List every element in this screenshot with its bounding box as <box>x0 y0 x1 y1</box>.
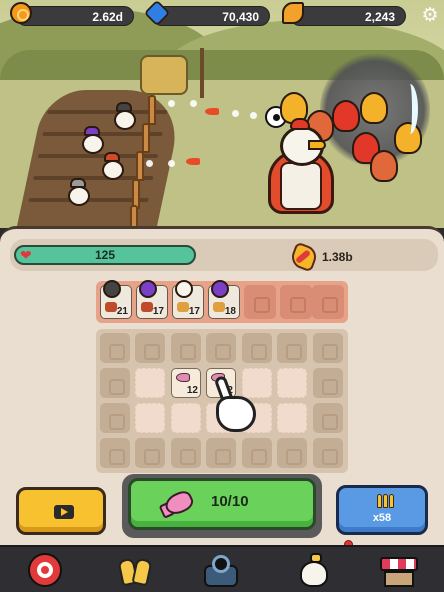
cannon-icon[interactable] <box>200 551 240 591</box>
locked-cell <box>100 438 130 468</box>
leaf-icon <box>282 2 304 24</box>
bullets-icon <box>375 492 395 510</box>
locked-cell <box>100 333 130 363</box>
locked-cell <box>206 333 236 363</box>
projectile <box>205 108 219 115</box>
shop-icon[interactable] <box>378 551 418 591</box>
summon-button[interactable]: 10/10 <box>122 474 322 538</box>
locked-cell <box>135 333 165 363</box>
projectile <box>186 158 200 165</box>
squad-slots: 21 17 17 18 <box>96 280 348 323</box>
locked-cell <box>313 403 343 433</box>
currency-bar: 2.62d 70,430 2,243 ⚙ <box>0 0 444 32</box>
empty-cell[interactable] <box>135 368 165 398</box>
coin-icon <box>10 2 32 24</box>
locked-cell <box>313 333 343 363</box>
chicken-icon[interactable] <box>294 551 334 591</box>
chicken-defender <box>112 102 138 130</box>
empty-cell[interactable] <box>277 368 307 398</box>
target-icon[interactable] <box>26 551 66 591</box>
locked-squad-slot <box>280 285 312 319</box>
empty-cell[interactable] <box>171 403 201 433</box>
gem-counter: 70,430 <box>152 6 270 26</box>
enemy-chicken <box>360 92 388 124</box>
watch-ad-button[interactable] <box>16 487 106 535</box>
locked-cell <box>135 438 165 468</box>
coin-counter: 2.62d <box>16 6 134 26</box>
pitchfork <box>200 48 204 98</box>
unit-level: 17 <box>188 306 200 317</box>
locked-squad-slot <box>244 285 276 319</box>
settings-icon[interactable]: ⚙ <box>420 6 440 26</box>
locked-cell <box>206 438 236 468</box>
battle-scene <box>0 0 444 228</box>
unit-level: 17 <box>152 306 164 317</box>
chicken-defender <box>66 178 92 206</box>
locked-cell <box>242 438 272 468</box>
locked-cell <box>100 368 130 398</box>
hp-bar: 125 <box>14 245 196 265</box>
leaf-counter: 2,243 <box>290 6 406 26</box>
locked-cell <box>313 438 343 468</box>
chicken-defender <box>100 152 126 180</box>
fish-icon <box>158 487 201 521</box>
locked-cell <box>100 403 130 433</box>
damage-value: 1.38b <box>322 250 353 264</box>
ammo-button[interactable]: x58 <box>336 485 428 535</box>
empty-cell[interactable] <box>277 403 307 433</box>
unit-level: 21 <box>116 306 128 317</box>
ammo-count: x58 <box>372 512 392 524</box>
status-row: 125 ❤ 1.38b <box>10 239 438 273</box>
locked-cell <box>242 333 272 363</box>
locked-cell <box>277 438 307 468</box>
squad-unit[interactable]: 17 <box>172 280 204 319</box>
enemy-chicken <box>370 150 398 182</box>
squad-unit[interactable]: 21 <box>100 280 132 319</box>
fish-unit[interactable]: 12 <box>171 368 201 398</box>
fish-level: 12 <box>186 385 198 396</box>
bottom-nav <box>0 545 444 592</box>
squad-unit[interactable]: 18 <box>208 280 240 319</box>
locked-cell <box>171 333 201 363</box>
squad-unit[interactable]: 17 <box>136 280 168 319</box>
rocket-icon <box>288 241 320 273</box>
locked-squad-slot <box>312 285 344 319</box>
locked-cell <box>277 333 307 363</box>
video-play-icon <box>54 505 74 519</box>
haybale <box>140 55 188 95</box>
damage-stat: 1.38b <box>288 241 353 273</box>
unit-level: 18 <box>224 306 236 317</box>
gloves-icon[interactable] <box>114 551 154 591</box>
chicken-defender <box>80 126 106 154</box>
heart-icon: ❤ <box>20 247 32 263</box>
locked-cell <box>313 368 343 398</box>
slash-effect <box>402 84 418 134</box>
summon-count: 10/10 <box>211 493 249 510</box>
rooster-boss <box>262 118 342 216</box>
locked-cell <box>171 438 201 468</box>
hp-value: 125 <box>94 248 116 262</box>
empty-cell[interactable] <box>135 403 165 433</box>
tutorial-hand-icon <box>208 374 260 438</box>
